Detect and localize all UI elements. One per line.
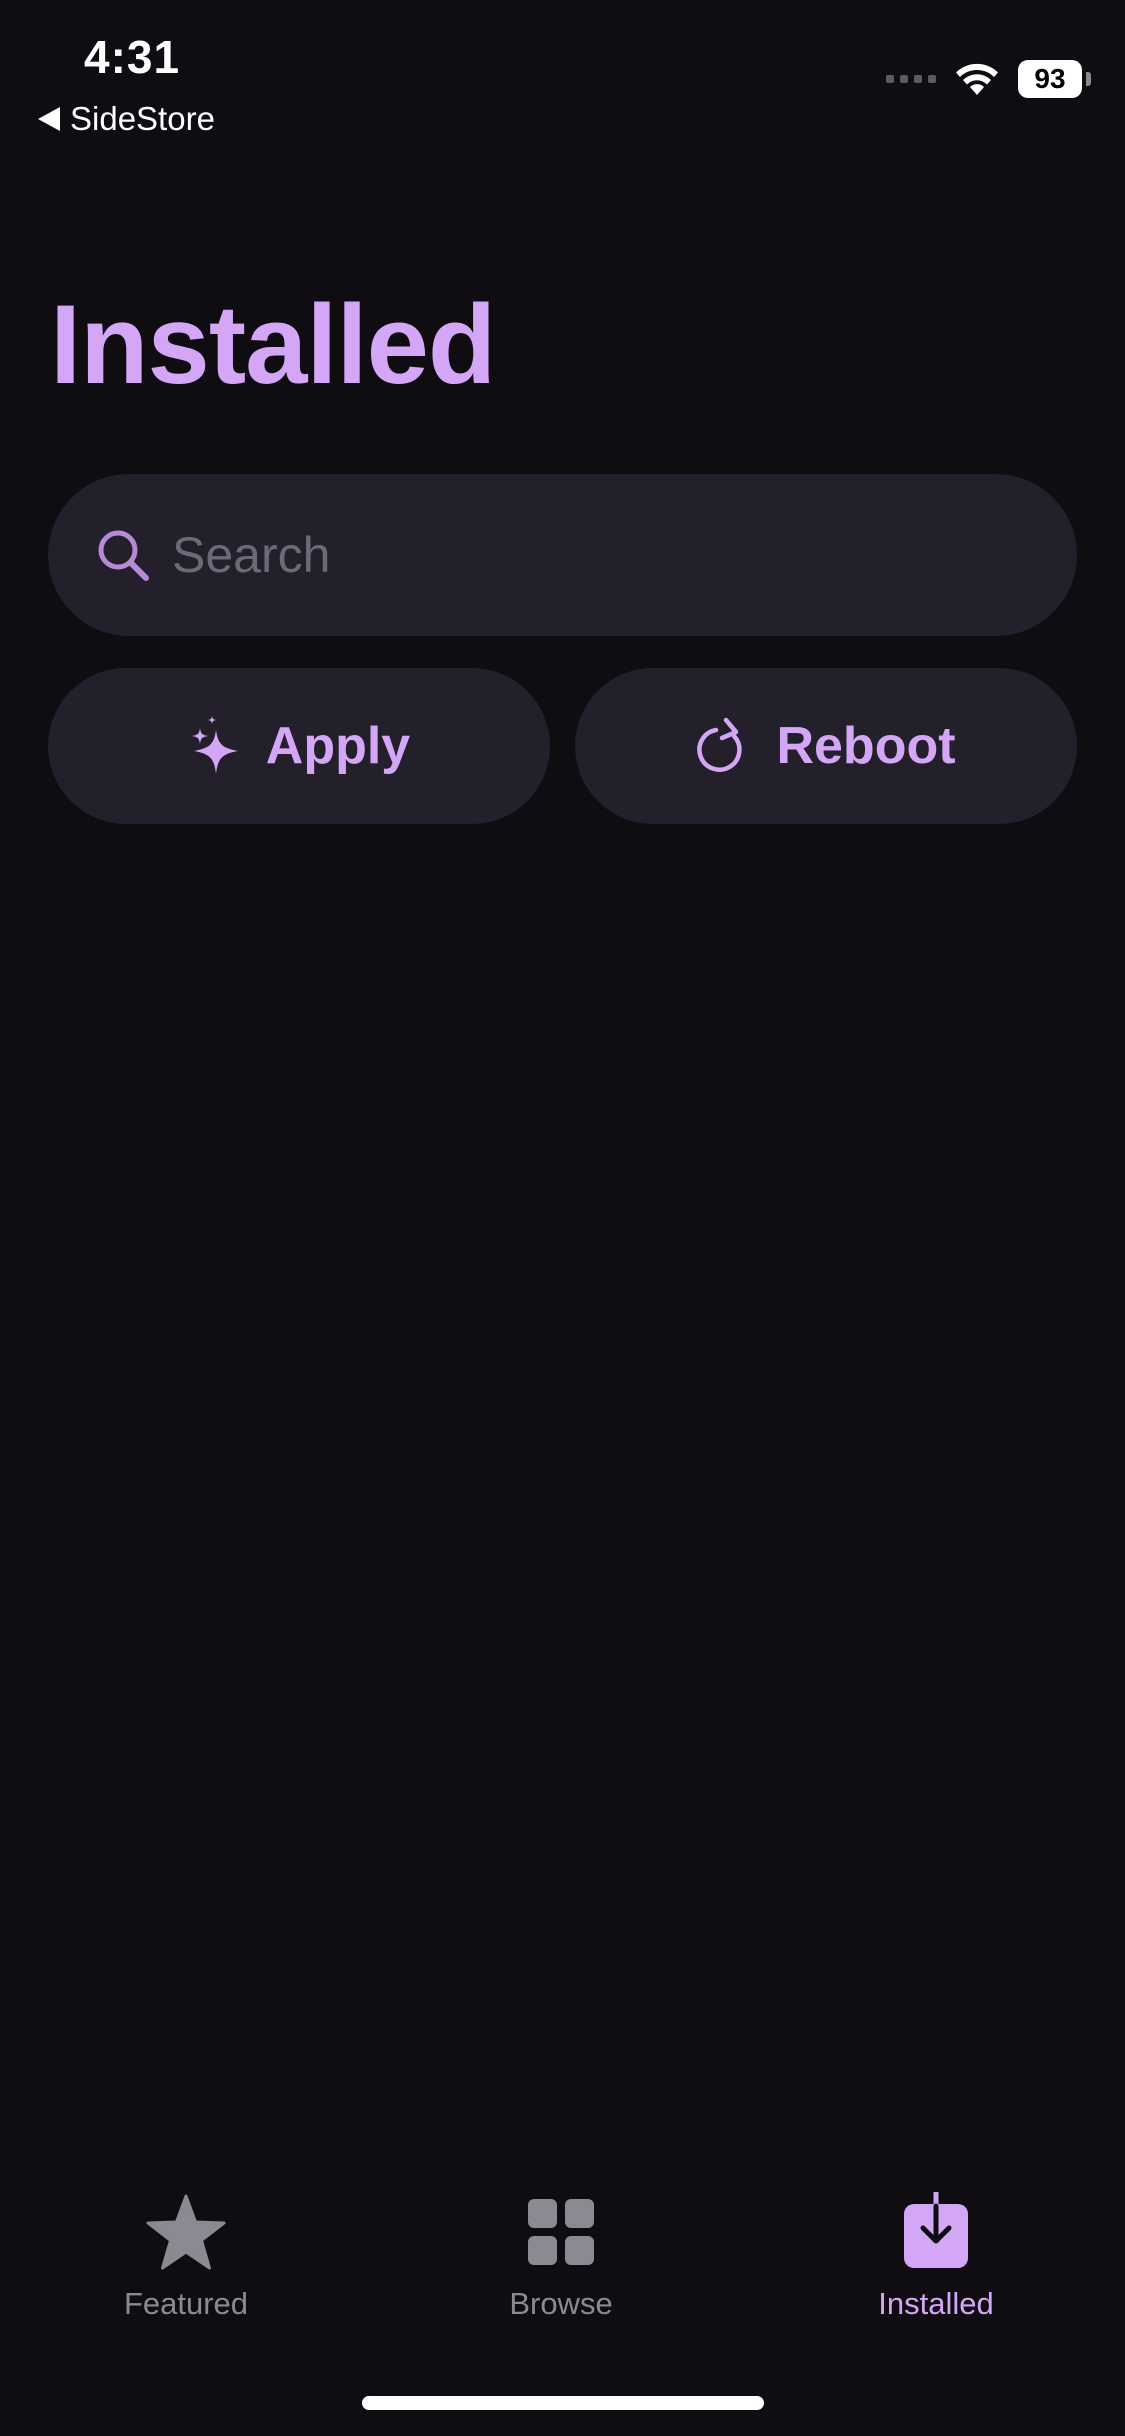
status-time: 4:31 — [84, 31, 181, 83]
back-app-label: SideStore — [70, 100, 215, 137]
download-tray-icon — [904, 2192, 968, 2268]
grid-icon — [528, 2199, 594, 2265]
search-input[interactable] — [172, 526, 972, 584]
apply-label: Apply — [265, 717, 411, 775]
tab-installed[interactable]: Installed — [816, 2190, 1056, 2322]
page-title: Installed — [50, 282, 496, 407]
refresh-icon — [697, 717, 743, 772]
tab-featured-label: Featured — [123, 2286, 249, 2321]
star-icon — [146, 2194, 226, 2270]
wifi-icon — [954, 61, 1000, 97]
tab-featured[interactable]: Featured — [66, 2190, 306, 2322]
back-triangle-icon — [38, 107, 60, 131]
sparkles-icon — [191, 716, 238, 774]
battery-level: 93 — [1034, 63, 1066, 94]
battery-cap — [1086, 72, 1091, 86]
reboot-button[interactable]: Reboot — [575, 668, 1077, 824]
status-indicators: 93 — [886, 60, 1091, 98]
battery-icon: 93 — [1018, 60, 1082, 98]
tab-browse[interactable]: Browse — [441, 2190, 681, 2322]
tab-browse-label: Browse — [509, 2286, 613, 2321]
tab-installed-label: Installed — [878, 2286, 994, 2321]
reboot-label: Reboot — [776, 717, 956, 775]
back-to-app-button[interactable]: SideStore — [38, 100, 215, 138]
tab-bar: Featured Browse Installed — [0, 2190, 1125, 2340]
home-indicator[interactable] — [362, 2396, 764, 2410]
installed-screen: 4:31 SideStore 93 Installed Search Apply… — [0, 0, 1125, 2436]
search-icon — [98, 530, 149, 581]
search-bar[interactable] — [48, 474, 1077, 636]
cellular-signal-icon — [886, 75, 936, 83]
apply-button[interactable]: Apply — [48, 668, 550, 824]
